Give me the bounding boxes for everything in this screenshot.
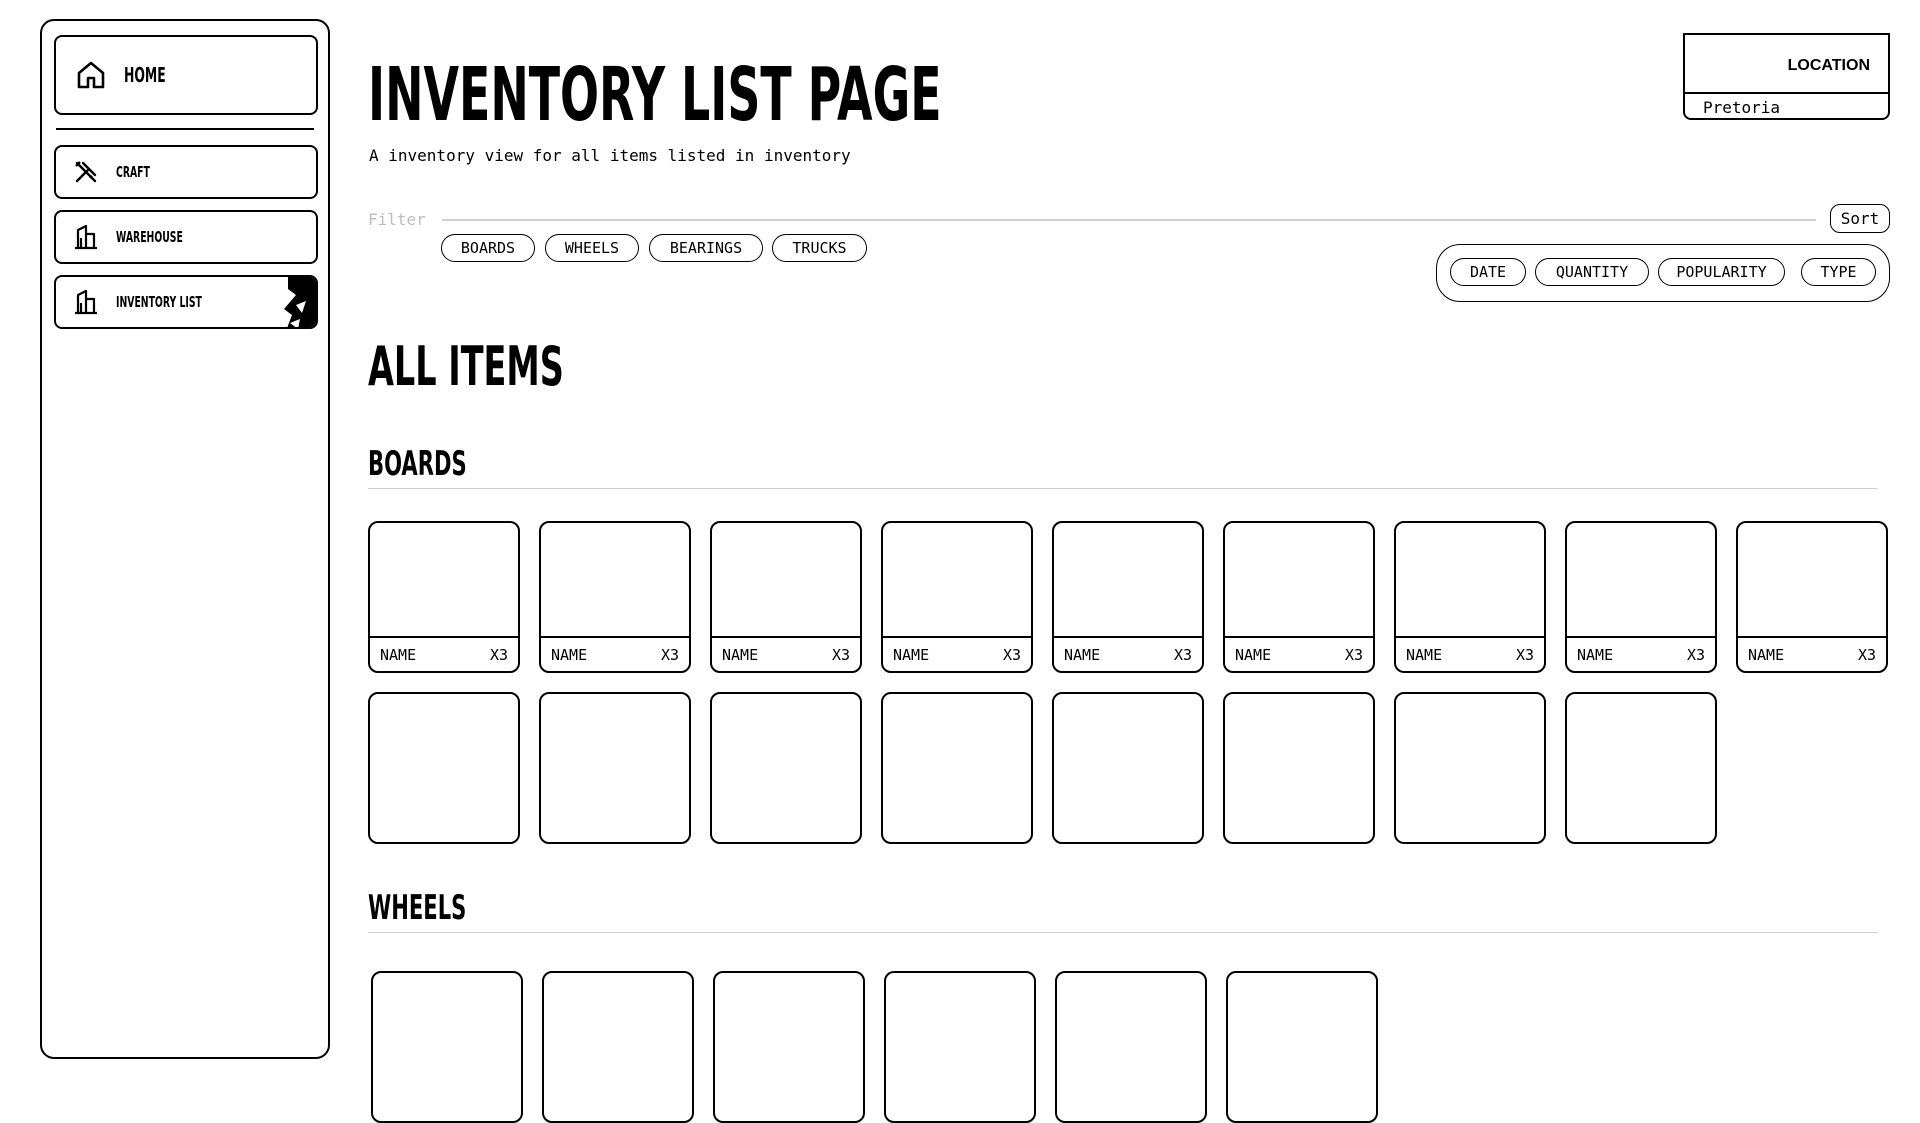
- filter-label[interactable]: Filter: [368, 210, 426, 229]
- inventory-card[interactable]: NAME X3: [1052, 521, 1204, 673]
- inventory-card[interactable]: NAME X3: [1736, 521, 1888, 673]
- item-name: NAME: [1406, 645, 1443, 664]
- section-divider: [368, 488, 1878, 489]
- location-divider: [1685, 92, 1888, 94]
- sidebar-item-label: CRAFT: [116, 163, 150, 181]
- item-quantity: X3: [1515, 645, 1534, 664]
- inventory-card[interactable]: NAME X3: [539, 521, 691, 673]
- location-selector[interactable]: LOCATION Pretoria: [1683, 33, 1890, 120]
- inventory-card[interactable]: NAME X3: [1394, 521, 1546, 673]
- page-subtitle: A inventory view for all items listed in…: [369, 146, 851, 165]
- filter-chip-trucks[interactable]: TRUCKS: [772, 234, 867, 262]
- inventory-card-empty[interactable]: [1565, 692, 1717, 844]
- home-icon: [74, 58, 108, 92]
- inventory-card-empty[interactable]: [713, 971, 865, 1123]
- sidebar-item-home[interactable]: HOME: [54, 35, 318, 115]
- item-quantity: X3: [1686, 645, 1705, 664]
- inventory-card-empty[interactable]: [710, 692, 862, 844]
- sort-chip-popularity[interactable]: POPULARITY: [1658, 258, 1785, 286]
- filter-chip-boards[interactable]: BOARDS: [441, 234, 535, 262]
- item-name: NAME: [551, 645, 588, 664]
- section-title-wheels: WHEELS: [368, 888, 467, 928]
- sort-chip-date[interactable]: DATE: [1450, 258, 1526, 286]
- inventory-card-empty[interactable]: [1052, 692, 1204, 844]
- inventory-card-empty[interactable]: [1055, 971, 1207, 1123]
- building-icon: [72, 288, 100, 316]
- sidebar: HOME CRAFT WAREHOUSE INVENTORY LIST: [40, 19, 330, 1059]
- item-quantity: X3: [1344, 645, 1363, 664]
- item-name: NAME: [1577, 645, 1614, 664]
- filter-line: [442, 219, 1816, 221]
- inventory-card[interactable]: NAME X3: [1223, 521, 1375, 673]
- tools-icon: [72, 158, 100, 186]
- sidebar-item-craft[interactable]: CRAFT: [54, 145, 318, 199]
- all-items-title: ALL ITEMS: [368, 335, 564, 398]
- filter-chip-wheels[interactable]: WHEELS: [545, 234, 639, 262]
- section-divider: [368, 932, 1878, 933]
- active-indicator-icon: [284, 277, 316, 327]
- item-name: NAME: [1235, 645, 1272, 664]
- item-quantity: X3: [831, 645, 850, 664]
- inventory-card-empty[interactable]: [368, 692, 520, 844]
- sort-chip-type[interactable]: TYPE: [1801, 258, 1876, 286]
- item-name: NAME: [380, 645, 417, 664]
- item-quantity: X3: [489, 645, 508, 664]
- inventory-card-empty[interactable]: [1226, 971, 1378, 1123]
- item-name: NAME: [1064, 645, 1101, 664]
- sort-button[interactable]: Sort: [1830, 204, 1890, 233]
- item-name: NAME: [722, 645, 759, 664]
- sidebar-item-label: HOME: [124, 63, 166, 87]
- inventory-card-empty[interactable]: [884, 971, 1036, 1123]
- filter-chip-bearings[interactable]: BEARINGS: [649, 234, 763, 262]
- location-value: Pretoria: [1703, 98, 1781, 117]
- building-icon: [72, 223, 100, 251]
- inventory-card-empty[interactable]: [1223, 692, 1375, 844]
- page-title: INVENTORY LIST PAGE: [368, 52, 942, 138]
- sidebar-item-inventory-list[interactable]: INVENTORY LIST: [54, 275, 318, 329]
- sidebar-item-label: INVENTORY LIST: [116, 293, 202, 311]
- sidebar-item-label: WAREHOUSE: [116, 228, 183, 246]
- inventory-card[interactable]: NAME X3: [881, 521, 1033, 673]
- sidebar-divider: [56, 128, 314, 130]
- sidebar-item-warehouse[interactable]: WAREHOUSE: [54, 210, 318, 264]
- item-quantity: X3: [1857, 645, 1876, 664]
- location-label: LOCATION: [1787, 57, 1870, 74]
- inventory-card-empty[interactable]: [542, 971, 694, 1123]
- item-quantity: X3: [1002, 645, 1021, 664]
- item-quantity: X3: [660, 645, 679, 664]
- inventory-card-empty[interactable]: [539, 692, 691, 844]
- inventory-card-empty[interactable]: [1394, 692, 1546, 844]
- item-name: NAME: [893, 645, 930, 664]
- item-quantity: X3: [1173, 645, 1192, 664]
- section-title-boards: BOARDS: [368, 444, 467, 484]
- sort-chip-quantity[interactable]: QUANTITY: [1535, 258, 1649, 286]
- inventory-card-empty[interactable]: [881, 692, 1033, 844]
- inventory-card[interactable]: NAME X3: [368, 521, 520, 673]
- inventory-card[interactable]: NAME X3: [1565, 521, 1717, 673]
- item-name: NAME: [1748, 645, 1785, 664]
- inventory-card-empty[interactable]: [371, 971, 523, 1123]
- inventory-card[interactable]: NAME X3: [710, 521, 862, 673]
